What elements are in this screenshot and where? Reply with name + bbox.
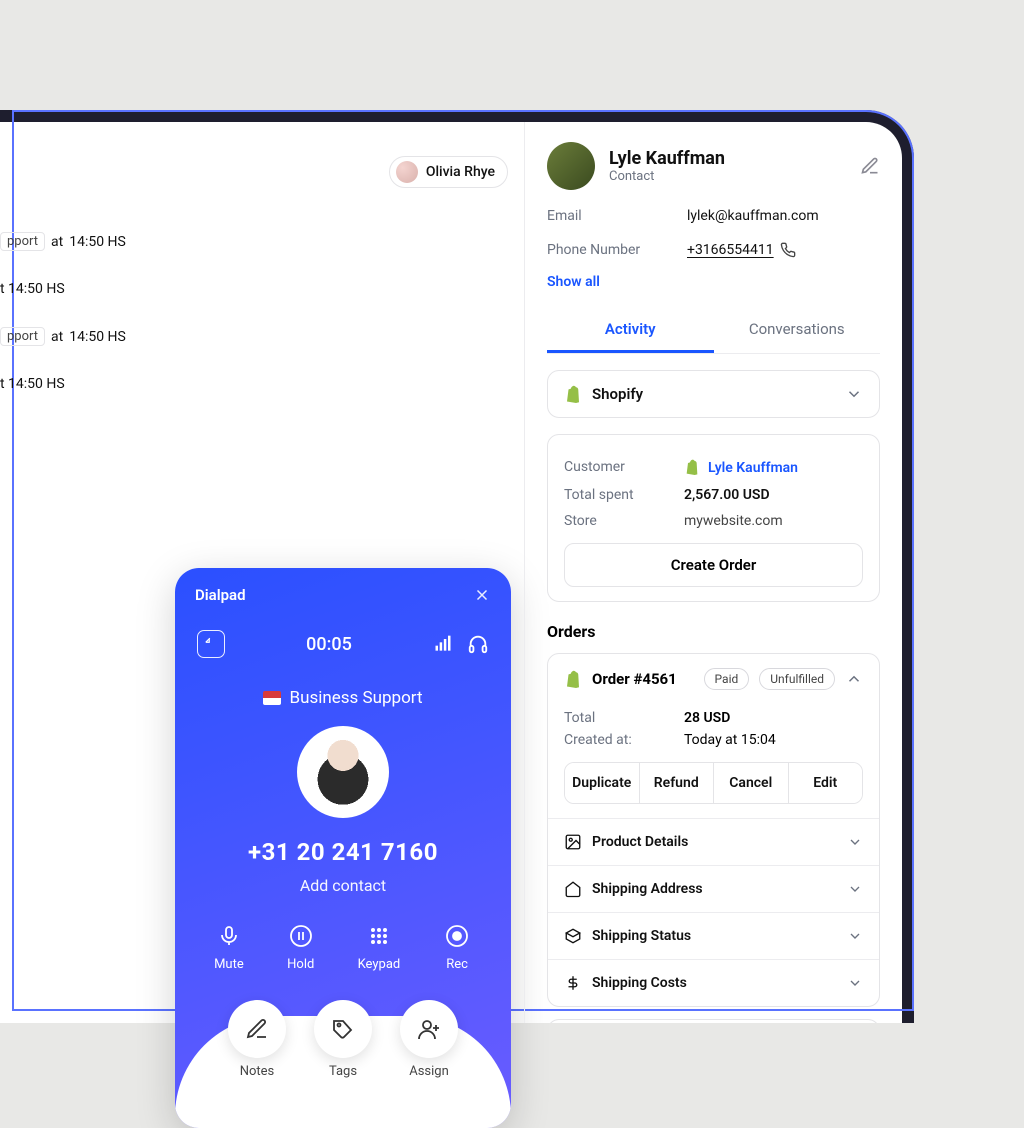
refund-button[interactable]: Refund <box>640 763 715 803</box>
call-timer: 00:05 <box>306 634 352 655</box>
integration-shopify[interactable]: Shopify <box>564 385 863 403</box>
phone-value[interactable]: +3166554411 <box>687 242 796 258</box>
tag-icon <box>331 1017 355 1041</box>
image-icon <box>564 833 582 851</box>
shopify-icon <box>684 459 702 477</box>
product-details-row[interactable]: Product Details <box>548 818 879 865</box>
duplicate-button[interactable]: Duplicate <box>565 763 640 803</box>
chevron-up-icon <box>845 670 863 688</box>
mute-button[interactable]: Mute <box>214 921 244 972</box>
shopify-icon <box>564 670 582 688</box>
home-icon <box>564 880 582 898</box>
notes-icon <box>245 1017 269 1041</box>
shopify-icon <box>564 385 582 403</box>
caller-phone: +31 20 241 7160 <box>175 838 511 866</box>
flag-icon <box>263 691 281 705</box>
signal-icon <box>433 634 453 654</box>
create-order-button[interactable]: Create Order <box>564 543 863 587</box>
store-value: mywebsite.com <box>684 513 783 529</box>
contact-avatar <box>547 142 595 190</box>
avatar <box>396 161 418 183</box>
contact-subtitle: Contact <box>609 169 725 184</box>
shipping-address-row[interactable]: Shipping Address <box>548 865 879 912</box>
dialpad-title: Dialpad <box>195 586 246 604</box>
minimize-icon[interactable] <box>197 630 225 658</box>
timeline-row: pport at 14:50 HS <box>0 327 126 346</box>
package-icon <box>564 927 582 945</box>
email-value[interactable]: lylek@kauffman.com <box>687 208 819 224</box>
status-badge: Paid <box>704 668 750 690</box>
timeline-row: t 14:50 HS <box>0 376 126 392</box>
total-spent: 2,567.00 USD <box>684 487 770 503</box>
customer-link[interactable]: Lyle Kauffman <box>684 459 798 477</box>
record-icon <box>442 921 472 951</box>
caller-avatar <box>297 726 389 818</box>
microphone-icon <box>214 921 244 951</box>
assign-icon <box>417 1017 441 1041</box>
assign-button[interactable]: Assign <box>400 1030 458 1128</box>
edit-button[interactable]: Edit <box>789 763 863 803</box>
tags-button[interactable]: Tags <box>314 1030 372 1128</box>
tab-conversations[interactable]: Conversations <box>714 308 881 353</box>
record-button[interactable]: Rec <box>442 921 472 972</box>
close-icon[interactable] <box>473 586 491 604</box>
phone-label: Phone Number <box>547 242 687 258</box>
phone-icon <box>780 242 796 258</box>
keypad-icon <box>364 921 394 951</box>
status-badge: Unfulfilled <box>759 668 835 690</box>
tag-pill: pport <box>0 327 45 346</box>
contact-name: Lyle Kauffman <box>609 148 725 169</box>
pause-icon <box>286 921 316 951</box>
email-label: Email <box>547 208 687 224</box>
dialpad-panel: Dialpad 00:05 <box>175 568 511 1128</box>
chevron-down-icon <box>845 385 863 403</box>
chevron-down-icon <box>847 975 863 991</box>
caller-label: Business Support <box>175 688 511 708</box>
headset-icon[interactable] <box>467 633 489 655</box>
chevron-down-icon <box>847 928 863 944</box>
chevron-down-icon <box>847 834 863 850</box>
timeline-row: t 14:50 HS <box>0 281 126 297</box>
edit-icon[interactable] <box>860 156 880 176</box>
dollar-icon <box>564 974 582 992</box>
add-contact-link[interactable]: Add contact <box>175 876 511 895</box>
tag-pill: pport <box>0 232 45 251</box>
tab-activity[interactable]: Activity <box>547 308 714 353</box>
order-header[interactable]: Order #4561 Paid Unfulfilled <box>548 654 879 704</box>
notes-button[interactable]: Notes <box>228 1030 286 1128</box>
current-user-chip[interactable]: Olivia Rhye <box>389 156 508 188</box>
shipping-costs-row[interactable]: Shipping Costs <box>548 959 879 1006</box>
timeline-row: pport at 14:50 HS <box>0 232 126 251</box>
show-all-link[interactable]: Show all <box>547 274 880 290</box>
hold-button[interactable]: Hold <box>286 921 316 972</box>
shipping-status-row[interactable]: Shipping Status <box>548 912 879 959</box>
keypad-button[interactable]: Keypad <box>358 921 401 972</box>
cancel-button[interactable]: Cancel <box>714 763 789 803</box>
chevron-down-icon <box>847 881 863 897</box>
user-name: Olivia Rhye <box>426 164 495 180</box>
orders-heading: Orders <box>547 622 880 641</box>
